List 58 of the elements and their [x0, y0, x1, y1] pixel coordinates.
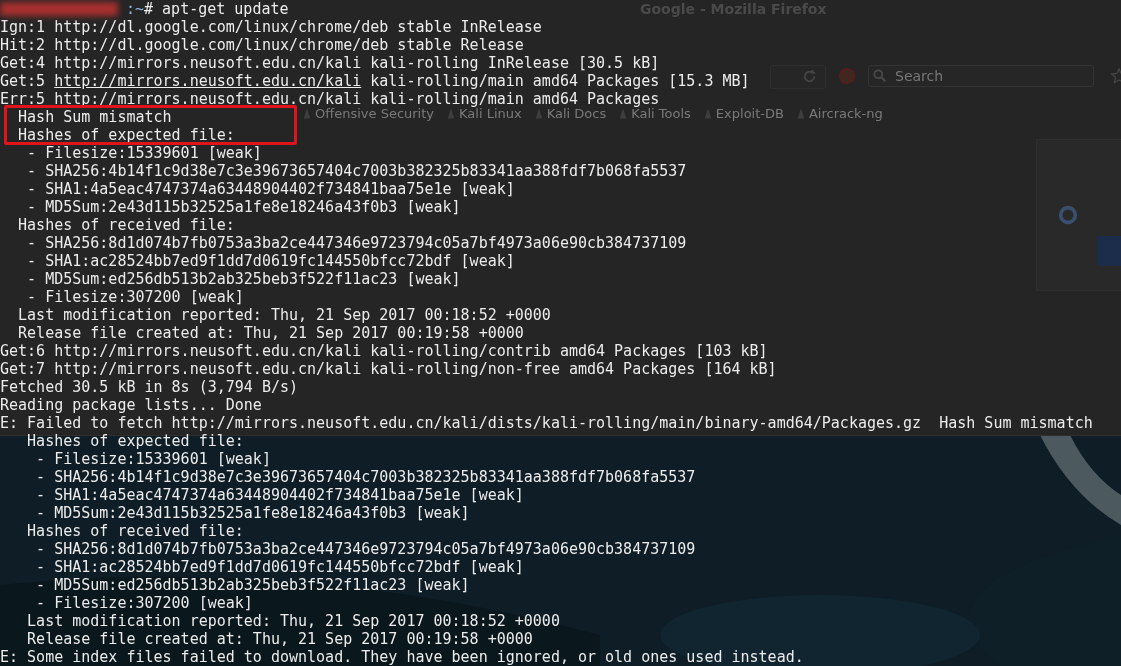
output-line: - SHA256:4b14f1c9d38e7c3e39673657404c7003b382325b83341aa388fdf7b068fa5537 [26, 162, 687, 180]
output-line: Ign:1 http://dl.google.com/linux/chrome/deb stable InRelease [0, 18, 542, 36]
output-line: Hashes of expected file: [26, 432, 244, 450]
output-line: Hit:2 http://dl.google.com/linux/chrome/deb stable Release [0, 36, 524, 54]
search-field[interactable]: Search [868, 65, 1094, 87]
output-line: - SHA1:ac28524bb7ed9f1dd7d0619fc144550bfcc72bdf [weak] [35, 558, 524, 576]
output-line: - Filesize:307200 [weak] [26, 288, 244, 306]
prompt-path: :~ [126, 0, 145, 18]
output-line: Get:4 http://mirrors.neusoft.edu.cn/kali kali-rolling InRelease [30.5 kB] [0, 54, 660, 72]
output-line: - MD5Sum:ed256db513b2ab325beb3f522f11ac23 [weak] [35, 576, 470, 594]
output-line: - SHA1:4a5eac4747374a63448904402f734841baa75e1e [weak] [35, 486, 524, 504]
output-line: Last modification reported: Thu, 21 Sep 2017 00:18:52 +0000 [26, 612, 560, 630]
output-line: - SHA256:8d1d074b7fb0753a3ba2ce447346e9723794c05a7bf4973a06e90cb384737109 [35, 540, 696, 558]
output-line: Err:5 http://mirrors.neusoft.edu.cn/kali kali-rolling/main amd64 Packages [0, 90, 660, 108]
output-line: Release file created at: Thu, 21 Sep 2017 00:19:58 +0000 [26, 630, 533, 648]
output-line: Get:6 http://mirrors.neusoft.edu.cn/kali kali-rolling/contrib amd64 Packages [103 kB] [0, 342, 768, 360]
output-line: - Filesize:15339601 [weak] [35, 450, 271, 468]
logo-icon [1057, 204, 1079, 226]
bookmark-item[interactable]: Exploit-DB [702, 106, 784, 121]
search-icon [873, 69, 887, 83]
output-line: - SHA256:4b14f1c9d38e7c3e39673657404c7003b382325b83341aa388fdf7b068fa5537 [35, 468, 696, 486]
prompt-symbol: # [144, 0, 154, 18]
output-line: Hash Sum mismatch [17, 108, 172, 126]
url-field[interactable] [770, 65, 826, 89]
output-line: - MD5Sum:2e43d115b32525a1fe8e18246a43f0b3 [weak] [35, 504, 470, 522]
output-line: Get:5 http://mirrors.neusoft.edu.cn/kali kali-rolling/main amd64 Packages [15.3 MB] [0, 72, 750, 90]
output-line: - SHA1:4a5eac4747374a63448904402f734841baa75e1e [weak] [26, 180, 515, 198]
output-line: - MD5Sum:2e43d115b32525a1fe8e18246a43f0b3 [weak] [26, 198, 461, 216]
bookmark-item[interactable]: Kali Docs [533, 106, 607, 121]
bookmark-item[interactable]: Kali Linux [446, 106, 522, 121]
output-line: Hashes of expected file: [17, 126, 235, 144]
blocked-icon[interactable] [838, 67, 856, 85]
output-line: Hashes of received file: [17, 216, 235, 234]
output-line: Get:7 http://mirrors.neusoft.edu.cn/kali kali-rolling/non-free amd64 Packages [164 kB] [0, 360, 777, 378]
bookmark-icon [302, 107, 312, 120]
command-text: apt-get update [162, 0, 289, 18]
output-line: Last modification reported: Thu, 21 Sep 2017 00:18:52 +0000 [17, 306, 551, 324]
bookmark-icon [533, 107, 544, 120]
output-line: Reading package lists... Done [0, 396, 262, 414]
bookmark-item[interactable]: Aircrack-ng [795, 106, 883, 121]
output-line: Hashes of received file: [26, 522, 244, 540]
output-line: E: Some index files failed to download. They have been ignored, or old ones used instead. [0, 648, 804, 666]
output-line: Fetched 30.5 kB in 8s (3,794 B/s) [0, 378, 298, 396]
reload-icon[interactable] [802, 69, 817, 84]
output-line: E: Failed to fetch http://mirrors.neusoft.edu.cn/kali/dists/kali-rolling/main/binary-amd64/Packages.gz Hash Sum mismatch [0, 414, 1093, 432]
output-line: - SHA1:ac28524bb7ed9f1dd7d0619fc144550bfcc72bdf [weak] [26, 252, 515, 270]
url-link[interactable]: http://mirrors.neusoft.edu.cn/kali [54, 72, 362, 90]
bookmark-icon [795, 107, 806, 120]
bookmark-icon [446, 107, 457, 120]
bookmark-item[interactable]: Offensive Security [302, 106, 435, 121]
output-line: - Filesize:307200 [weak] [35, 594, 253, 612]
bookmark-icon [702, 107, 713, 120]
bookmark-icon [618, 107, 629, 120]
output-line: - SHA256:8d1d074b7fb0753a3ba2ce447346e9723794c05a7bf4973a06e90cb384737109 [26, 234, 687, 252]
bookmark-item[interactable]: Kali Tools [618, 106, 691, 121]
output-line: - MD5Sum:ed256db513b2ab325beb3f522f11ac23 [weak] [26, 270, 461, 288]
output-line: - Filesize:15339601 [weak] [26, 144, 262, 162]
output-line: Release file created at: Thu, 21 Sep 2017 00:19:58 +0000 [17, 324, 524, 342]
